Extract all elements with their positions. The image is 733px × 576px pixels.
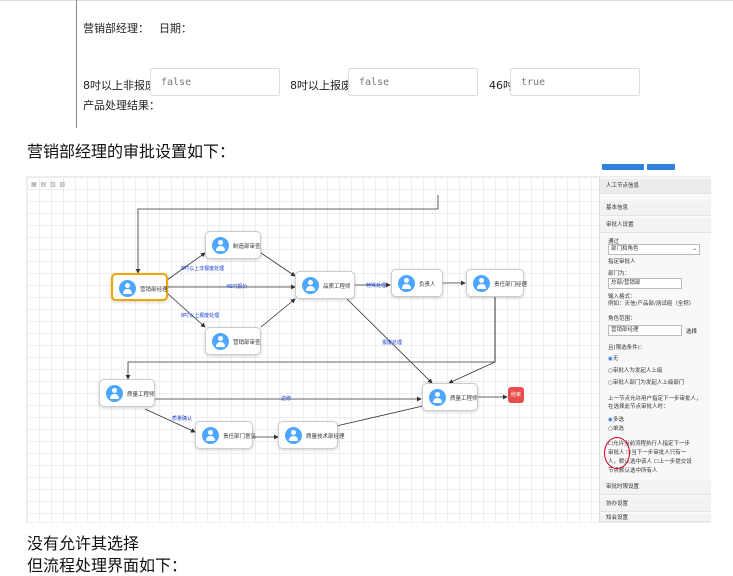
result-label: 产品处理结果： xyxy=(83,99,160,112)
note-line-2: 但流程处理界面如下： xyxy=(27,556,188,575)
node-responsible-person[interactable]: 负责人 xyxy=(391,269,443,297)
edges-svg xyxy=(125,195,508,440)
node-manufacturing-review[interactable]: 制造部审查 xyxy=(205,231,261,259)
node-quality-engineer-b[interactable]: 质量工程师 xyxy=(99,379,155,407)
specify-approver-text: 指定审批人 xyxy=(608,259,636,265)
select-button[interactable]: 选择 xyxy=(686,327,697,335)
toolbar-button-2[interactable] xyxy=(647,164,675,170)
node-responsible-dept-manager[interactable]: 责任部门经理 xyxy=(466,269,527,297)
user-icon xyxy=(302,277,319,294)
tab-notify[interactable]: 知会设置 xyxy=(600,514,711,522)
edge-label: 46吋报价 xyxy=(226,284,248,290)
top-divider xyxy=(0,0,733,1)
radio-parent-dept[interactable]: ○审批人部门为发起人上级部门 xyxy=(608,378,684,386)
user-icon xyxy=(398,275,415,292)
workflow-screenshot: ▦ ▤ ▥ ▧ 制造部审查 营销部经理 品质工程师 负责人 责任部门经理 营销部… xyxy=(26,176,711,523)
user-icon xyxy=(473,275,490,292)
user-icon xyxy=(119,280,136,297)
role-label: 角色范围： xyxy=(608,316,636,322)
radio-single[interactable]: ○单选 xyxy=(608,424,624,432)
user-icon xyxy=(202,427,219,444)
chevron-down-icon: ⌄ xyxy=(692,246,697,252)
user-icon xyxy=(212,237,229,254)
edge-label: 8吋以上非报废处理 xyxy=(181,266,225,272)
tab-cooperate[interactable]: 协办设置 xyxy=(600,497,711,512)
radio-same-dept[interactable]: ○审批人为发起人上级 xyxy=(608,366,662,374)
edge-label: 特殊处理 xyxy=(366,283,387,289)
date-label: 日期： xyxy=(159,22,192,35)
node-quality-tech-manager[interactable]: 质量技术部经理 xyxy=(278,421,345,449)
tab-basic-info[interactable]: 基本信息 xyxy=(600,201,711,216)
tab-approval-time[interactable]: 审批时限设置 xyxy=(600,480,711,495)
radio-multi[interactable]: ◉多选 xyxy=(608,415,624,423)
node-end[interactable]: 结束 xyxy=(508,387,524,403)
field1-input[interactable]: false xyxy=(150,68,280,96)
node-quality-engineer-a[interactable]: 品质工程师 xyxy=(295,271,355,299)
user-icon xyxy=(212,333,229,350)
edge-label: 返修 xyxy=(281,396,292,402)
node-marketing-review[interactable]: 营销部审查 xyxy=(205,327,261,355)
edge-label: 8吋以上报废处理 xyxy=(181,313,220,319)
field2-label: 8吋以上报废 xyxy=(290,79,352,92)
toolbar-button-1[interactable] xyxy=(602,164,644,170)
field2-input[interactable]: false xyxy=(348,68,478,96)
user-icon xyxy=(106,385,123,402)
prev-node-text: 上一节点允许用户指定下一步审批人，在选择此节点审批人时： xyxy=(608,396,702,410)
dept-input[interactable]: 总部/营销部 xyxy=(608,278,682,289)
node-quality-engineer-c[interactable]: 质量工程师 xyxy=(422,383,478,411)
user-icon xyxy=(285,427,302,444)
manager-label: 营销部经理： xyxy=(83,22,149,35)
red-annotation-circle xyxy=(604,437,630,469)
role-input[interactable]: 营销部经理 xyxy=(608,325,682,336)
by-select[interactable]: 部门和角色 ⌄ xyxy=(608,244,700,255)
input-format-example: 例如：天信/产品部/测试组（全称） xyxy=(608,301,695,307)
heading-approval-settings: 营销部经理的审批设置如下： xyxy=(27,142,236,161)
radio-none[interactable]: ◉无 xyxy=(608,354,618,362)
field3-input[interactable]: true xyxy=(510,68,640,96)
form-left-border xyxy=(76,0,77,128)
field1-label: 8吋以上非报废 xyxy=(83,79,156,92)
edge-label: 质量确认 xyxy=(172,416,193,422)
node-responsible-dept-opinion[interactable]: 责任部门意见 xyxy=(195,421,256,449)
tab-approver-settings[interactable]: 审批人设置 xyxy=(600,218,711,233)
user-icon xyxy=(429,389,446,406)
note-line-1: 没有允许其选择 xyxy=(27,534,140,553)
dept-label: 部门为： xyxy=(608,271,631,277)
node-properties-panel: 人工节点信息 基本信息 审批人设置 通过 部门和角色 ⌄ 指定审批人 部门为： 总… xyxy=(599,177,711,522)
node-marketing-manager[interactable]: 营销部经理 xyxy=(111,273,168,301)
edge-label: 报废处理 xyxy=(382,340,403,346)
condition-label: 且(限选条件)： xyxy=(608,345,646,351)
panel-title: 人工节点信息 xyxy=(600,179,711,194)
